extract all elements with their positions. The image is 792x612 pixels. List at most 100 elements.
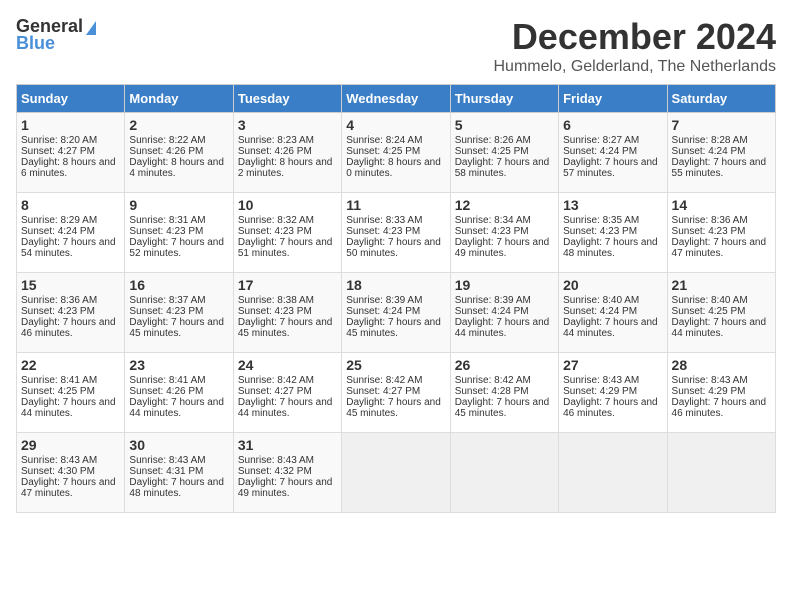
sunset-label: Sunset: 4:23 PM bbox=[563, 226, 637, 237]
day-number: 29 bbox=[21, 437, 120, 453]
day-number: 10 bbox=[238, 197, 337, 213]
calendar-cell: 22Sunrise: 8:41 AMSunset: 4:25 PMDayligh… bbox=[17, 353, 125, 433]
sunset-label: Sunset: 4:30 PM bbox=[21, 466, 95, 477]
daylight-label: Daylight: 7 hours and 58 minutes. bbox=[455, 157, 550, 179]
daylight-label: Daylight: 7 hours and 46 minutes. bbox=[563, 397, 658, 419]
sunrise-label: Sunrise: 8:42 AM bbox=[238, 375, 314, 386]
sunrise-label: Sunrise: 8:27 AM bbox=[563, 135, 639, 146]
calendar-cell: 27Sunrise: 8:43 AMSunset: 4:29 PMDayligh… bbox=[559, 353, 667, 433]
sunset-label: Sunset: 4:26 PM bbox=[129, 386, 203, 397]
sunset-label: Sunset: 4:25 PM bbox=[21, 386, 95, 397]
sunset-label: Sunset: 4:24 PM bbox=[563, 306, 637, 317]
calendar-cell: 18Sunrise: 8:39 AMSunset: 4:24 PMDayligh… bbox=[342, 273, 450, 353]
day-of-week-monday: Monday bbox=[125, 85, 233, 113]
sunset-label: Sunset: 4:29 PM bbox=[672, 386, 746, 397]
sunset-label: Sunset: 4:23 PM bbox=[21, 306, 95, 317]
week-row-2: 8Sunrise: 8:29 AMSunset: 4:24 PMDaylight… bbox=[17, 193, 776, 273]
day-number: 11 bbox=[346, 197, 445, 213]
sunset-label: Sunset: 4:23 PM bbox=[455, 226, 529, 237]
sunrise-label: Sunrise: 8:35 AM bbox=[563, 215, 639, 226]
calendar-cell: 1Sunrise: 8:20 AMSunset: 4:27 PMDaylight… bbox=[17, 113, 125, 193]
sunset-label: Sunset: 4:24 PM bbox=[563, 146, 637, 157]
day-number: 19 bbox=[455, 277, 554, 293]
sunset-label: Sunset: 4:23 PM bbox=[129, 226, 203, 237]
day-number: 23 bbox=[129, 357, 228, 373]
day-number: 6 bbox=[563, 117, 662, 133]
sunrise-label: Sunrise: 8:22 AM bbox=[129, 135, 205, 146]
day-number: 26 bbox=[455, 357, 554, 373]
calendar-cell: 14Sunrise: 8:36 AMSunset: 4:23 PMDayligh… bbox=[667, 193, 775, 273]
day-number: 3 bbox=[238, 117, 337, 133]
page-header: General Blue December 2024 Hummelo, Geld… bbox=[16, 16, 776, 76]
sunset-label: Sunset: 4:32 PM bbox=[238, 466, 312, 477]
day-number: 17 bbox=[238, 277, 337, 293]
calendar-cell: 9Sunrise: 8:31 AMSunset: 4:23 PMDaylight… bbox=[125, 193, 233, 273]
sunset-label: Sunset: 4:26 PM bbox=[129, 146, 203, 157]
sunrise-label: Sunrise: 8:40 AM bbox=[563, 295, 639, 306]
sunrise-label: Sunrise: 8:43 AM bbox=[21, 455, 97, 466]
day-number: 30 bbox=[129, 437, 228, 453]
day-number: 15 bbox=[21, 277, 120, 293]
sunrise-label: Sunrise: 8:43 AM bbox=[238, 455, 314, 466]
sunrise-label: Sunrise: 8:43 AM bbox=[563, 375, 639, 386]
calendar-cell: 11Sunrise: 8:33 AMSunset: 4:23 PMDayligh… bbox=[342, 193, 450, 273]
daylight-label: Daylight: 7 hours and 55 minutes. bbox=[672, 157, 767, 179]
sunrise-label: Sunrise: 8:34 AM bbox=[455, 215, 531, 226]
calendar-cell: 2 Sunrise: 8:22 AMSunset: 4:26 PMDaylight… bbox=[125, 113, 233, 193]
day-of-week-saturday: Saturday bbox=[667, 85, 775, 113]
logo-blue: Blue bbox=[16, 33, 55, 54]
daylight-label: Daylight: 8 hours and 0 minutes. bbox=[346, 157, 441, 179]
calendar-cell: 12 Sunrise: 8:34 AMSunset: 4:23 PMDayligh… bbox=[450, 193, 558, 273]
calendar-cell: 13Sunrise: 8:35 AMSunset: 4:23 PMDayligh… bbox=[559, 193, 667, 273]
sunset-label: Sunset: 4:23 PM bbox=[129, 306, 203, 317]
sunset-label: Sunset: 4:23 PM bbox=[238, 226, 312, 237]
daylight-label: Daylight: 7 hours and 45 minutes. bbox=[129, 317, 224, 339]
day-number: 27 bbox=[563, 357, 662, 373]
day-number: 12 bbox=[455, 197, 554, 213]
daylight-label: Daylight: 7 hours and 46 minutes. bbox=[672, 397, 767, 419]
sunrise-label: Sunrise: 8:40 AM bbox=[672, 295, 748, 306]
daylight-label: Daylight: 7 hours and 45 minutes. bbox=[346, 317, 441, 339]
logo-triangle-icon bbox=[86, 21, 96, 35]
day-number: 20 bbox=[563, 277, 662, 293]
calendar-cell: 6Sunrise: 8:27 AMSunset: 4:24 PMDaylight… bbox=[559, 113, 667, 193]
sunset-label: Sunset: 4:31 PM bbox=[129, 466, 203, 477]
daylight-label: Daylight: 7 hours and 45 minutes. bbox=[455, 397, 550, 419]
daylight-label: Daylight: 7 hours and 54 minutes. bbox=[21, 237, 116, 259]
day-of-week-sunday: Sunday bbox=[17, 85, 125, 113]
sunrise-label: Sunrise: 8:41 AM bbox=[129, 375, 205, 386]
calendar-cell: 28Sunrise: 8:43 AMSunset: 4:29 PMDayligh… bbox=[667, 353, 775, 433]
sunset-label: Sunset: 4:23 PM bbox=[238, 306, 312, 317]
sunrise-label: Sunrise: 8:33 AM bbox=[346, 215, 422, 226]
daylight-label: Daylight: 7 hours and 44 minutes. bbox=[455, 317, 550, 339]
sunrise-label: Sunrise: 8:43 AM bbox=[129, 455, 205, 466]
day-number: 16 bbox=[129, 277, 228, 293]
daylight-label: Daylight: 7 hours and 48 minutes. bbox=[129, 477, 224, 499]
daylight-label: Daylight: 8 hours and 4 minutes. bbox=[129, 157, 224, 179]
calendar-cell: 5Sunrise: 8:26 AMSunset: 4:25 PMDaylight… bbox=[450, 113, 558, 193]
sunset-label: Sunset: 4:27 PM bbox=[238, 386, 312, 397]
daylight-label: Daylight: 7 hours and 49 minutes. bbox=[455, 237, 550, 259]
sunset-label: Sunset: 4:23 PM bbox=[672, 226, 746, 237]
day-number: 13 bbox=[563, 197, 662, 213]
calendar-cell: 30 Sunrise: 8:43 AMSunset: 4:31 PMDayligh… bbox=[125, 433, 233, 513]
day-number: 2 bbox=[129, 117, 228, 133]
calendar-cell bbox=[667, 433, 775, 513]
day-of-week-wednesday: Wednesday bbox=[342, 85, 450, 113]
sunrise-label: Sunrise: 8:29 AM bbox=[21, 215, 97, 226]
day-of-week-friday: Friday bbox=[559, 85, 667, 113]
calendar-cell: 8Sunrise: 8:29 AMSunset: 4:24 PMDaylight… bbox=[17, 193, 125, 273]
day-number: 21 bbox=[672, 277, 771, 293]
daylight-label: Daylight: 7 hours and 45 minutes. bbox=[346, 397, 441, 419]
daylight-label: Daylight: 7 hours and 49 minutes. bbox=[238, 477, 333, 499]
daylight-label: Daylight: 7 hours and 52 minutes. bbox=[129, 237, 224, 259]
day-number: 22 bbox=[21, 357, 120, 373]
day-number: 24 bbox=[238, 357, 337, 373]
calendar-table: SundayMondayTuesdayWednesdayThursdayFrid… bbox=[16, 84, 776, 513]
sunset-label: Sunset: 4:24 PM bbox=[21, 226, 95, 237]
calendar-cell: 7Sunrise: 8:28 AMSunset: 4:24 PMDaylight… bbox=[667, 113, 775, 193]
sunrise-label: Sunrise: 8:24 AM bbox=[346, 135, 422, 146]
sunrise-label: Sunrise: 8:38 AM bbox=[238, 295, 314, 306]
sunset-label: Sunset: 4:24 PM bbox=[346, 306, 420, 317]
sunset-label: Sunset: 4:24 PM bbox=[455, 306, 529, 317]
